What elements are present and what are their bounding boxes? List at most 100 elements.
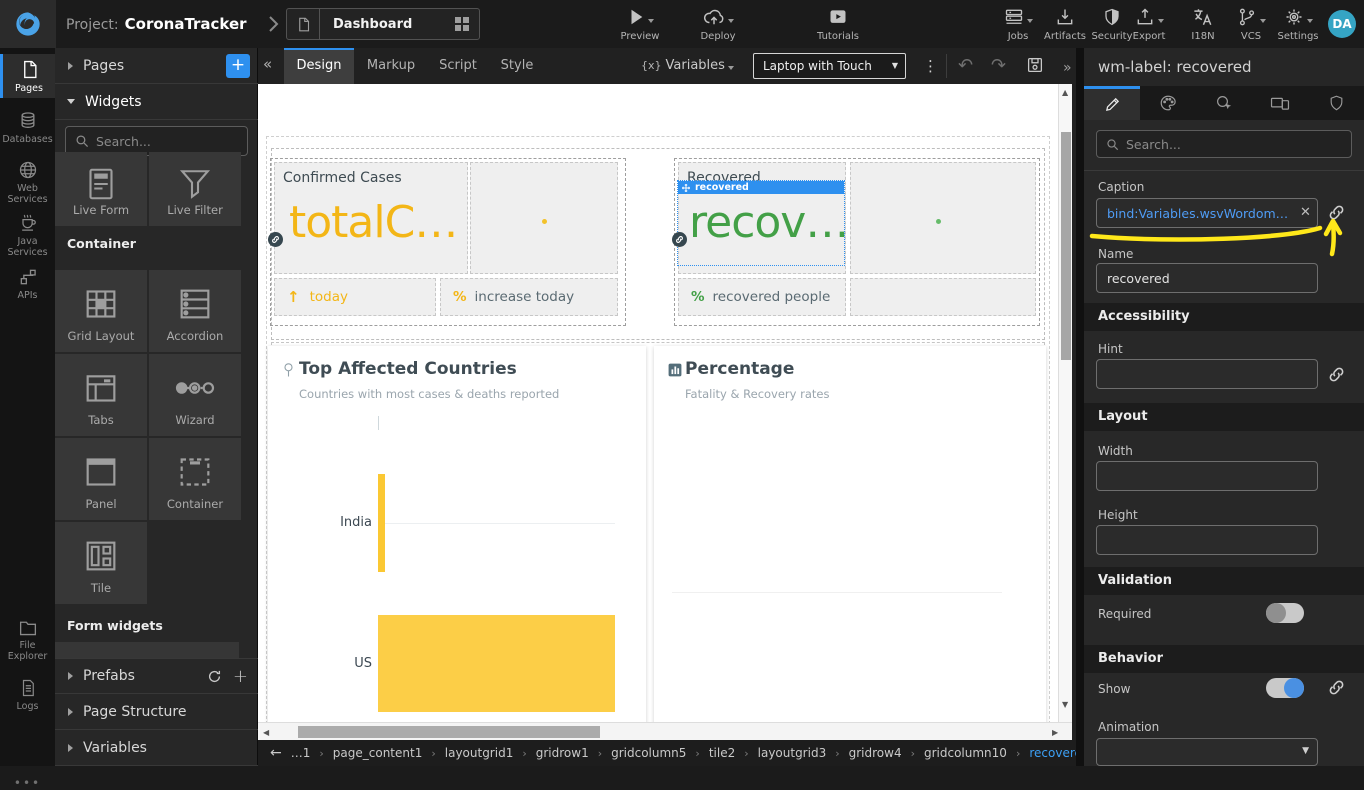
selection-header[interactable]: recovered — [678, 181, 844, 194]
horizontal-scrollbar[interactable]: ◀ ▶ — [258, 722, 1072, 740]
recovered-people-label[interactable]: recovered people — [713, 289, 831, 305]
redo-button[interactable]: ↷ — [991, 54, 1006, 78]
undo-button[interactable]: ↶ — [958, 54, 973, 78]
widget-tabs[interactable]: Tabs — [55, 354, 147, 436]
recovered-empty-cell[interactable] — [850, 278, 1036, 316]
rail-item-web-services[interactable]: Web Services — [0, 155, 55, 209]
tab-styles[interactable] — [1140, 86, 1196, 120]
breadcrumb-item[interactable]: gridrow4 — [849, 746, 902, 760]
breadcrumb-item[interactable]: layoutgrid3 — [758, 746, 827, 760]
design-canvas[interactable]: Confirmed Cases totalC… ↑ today % increa… — [258, 84, 1058, 722]
bar-us[interactable] — [378, 615, 615, 712]
hint-input[interactable] — [1096, 359, 1318, 389]
confirmed-cases-title[interactable]: Confirmed Cases — [283, 170, 402, 186]
scroll-left-arrow[interactable]: ◀ — [263, 728, 269, 737]
height-input[interactable] — [1096, 525, 1318, 555]
bar-india[interactable] — [378, 474, 385, 572]
confirmed-increase-cell[interactable]: % increase today — [440, 278, 618, 316]
tab-properties[interactable] — [1084, 86, 1140, 120]
horizontal-scroll-thumb[interactable] — [298, 726, 600, 738]
tab-style[interactable]: Style — [490, 48, 544, 84]
animation-select[interactable]: ▼ — [1096, 738, 1318, 766]
tab-security[interactable] — [1308, 86, 1364, 120]
tab-events[interactable] — [1196, 86, 1252, 120]
rail-more-button[interactable]: ••• — [0, 776, 55, 790]
breadcrumb-item[interactable]: gridcolumn5 — [611, 746, 686, 760]
save-button[interactable] — [1026, 56, 1044, 74]
caption-input[interactable] — [1096, 198, 1318, 228]
rail-item-file-explorer[interactable]: File Explorer — [0, 614, 55, 666]
width-input[interactable] — [1096, 461, 1318, 491]
grid-icon[interactable] — [455, 17, 469, 31]
breadcrumb-item[interactable]: page_content1 — [333, 746, 423, 760]
show-toggle[interactable] — [1266, 678, 1304, 698]
widget-accordion[interactable]: Accordion — [149, 270, 241, 352]
confirmed-cases-value-label[interactable]: totalC… — [289, 197, 457, 248]
add-page-button[interactable]: + — [226, 54, 250, 78]
tab-devices[interactable] — [1252, 86, 1308, 120]
breadcrumb-item[interactable]: …1 — [291, 746, 311, 760]
chart-percentage[interactable]: Percentage Fatality & Recovery rates — [654, 346, 1046, 722]
widget-live-filter[interactable]: Live Filter — [149, 152, 241, 226]
widget-panel[interactable]: Panel — [55, 438, 147, 520]
widgets-section-header[interactable]: Widgets — [55, 84, 258, 120]
add-prefab-button[interactable]: + — [233, 666, 248, 687]
bind-property-icon[interactable] — [1327, 203, 1346, 222]
rail-item-pages[interactable]: Pages — [0, 54, 55, 98]
widget-live-form[interactable]: Live Form — [55, 152, 147, 226]
deploy-button[interactable]: Deploy — [686, 7, 750, 42]
confirmed-mini-chart-cell[interactable] — [470, 162, 618, 274]
breadcrumb-item[interactable]: gridrow1 — [536, 746, 589, 760]
wavemaker-logo[interactable] — [0, 0, 56, 48]
i18n-button[interactable]: I18N — [1180, 7, 1226, 42]
pages-section-header[interactable]: Pages + — [55, 48, 258, 84]
breadcrumb-item-selected[interactable]: recovered — [1029, 746, 1076, 760]
rail-item-apis[interactable]: APIs — [0, 262, 55, 305]
widget-container[interactable]: Container — [149, 438, 241, 520]
more-options-button[interactable]: ⋮ — [923, 54, 939, 78]
chart-top-affected-countries[interactable]: Top Affected Countries Countries with mo… — [268, 346, 646, 722]
tutorials-button[interactable]: Tutorials — [806, 7, 870, 42]
confirmed-today-cell[interactable]: ↑ today — [274, 278, 436, 316]
refresh-icon[interactable] — [207, 669, 222, 684]
breadcrumb-item[interactable]: gridcolumn10 — [924, 746, 1007, 760]
bind-property-icon[interactable] — [1327, 365, 1346, 384]
required-toggle[interactable] — [1266, 603, 1304, 623]
prefabs-section-header[interactable]: Prefabs + — [55, 658, 258, 694]
scroll-right-arrow[interactable]: ▶ — [1052, 728, 1058, 737]
tab-markup[interactable]: Markup — [358, 48, 424, 84]
device-select[interactable]: Laptop with Touch▼ — [753, 53, 906, 79]
rail-item-logs[interactable]: Logs — [0, 673, 55, 716]
preview-button[interactable]: Preview — [608, 7, 672, 42]
bind-property-icon[interactable] — [1327, 678, 1346, 697]
variables-section-header[interactable]: Variables — [55, 730, 258, 766]
collapse-panel-button[interactable]: « — [263, 55, 272, 73]
variables-button[interactable]: {x} Variables — [641, 48, 734, 84]
behavior-section-header[interactable]: Behavior — [1084, 645, 1364, 673]
user-avatar[interactable]: DA — [1328, 10, 1356, 38]
name-input[interactable] — [1096, 263, 1318, 293]
artifacts-button[interactable]: Artifacts — [1039, 7, 1091, 42]
vcs-button[interactable]: VCS — [1228, 7, 1274, 42]
breadcrumb-back-arrow[interactable]: ← — [270, 745, 282, 761]
export-button[interactable]: Export — [1124, 7, 1174, 42]
rail-item-databases[interactable]: Databases — [0, 106, 55, 149]
layout-section-header[interactable]: Layout — [1084, 403, 1364, 431]
settings-button[interactable]: Settings — [1272, 7, 1324, 42]
validation-section-header[interactable]: Validation — [1084, 567, 1364, 595]
page-tab-dashboard[interactable]: Dashboard — [286, 8, 480, 40]
jobs-button[interactable]: Jobs — [992, 7, 1044, 42]
expand-panel-button[interactable]: » — [1063, 56, 1072, 80]
vertical-scroll-thumb[interactable] — [1061, 132, 1071, 360]
widget-tile[interactable]: Tile — [55, 522, 147, 604]
confirmed-cases-label-cell[interactable]: Confirmed Cases totalC… — [274, 162, 468, 274]
scroll-down-arrow[interactable]: ▼ — [1062, 700, 1068, 709]
tab-design[interactable]: Design — [284, 48, 354, 84]
breadcrumb-item[interactable]: tile2 — [709, 746, 735, 760]
today-label[interactable]: today — [310, 289, 348, 305]
rail-item-java-services[interactable]: Java Services — [0, 208, 55, 262]
page-structure-section-header[interactable]: Page Structure — [55, 694, 258, 730]
tab-script[interactable]: Script — [428, 48, 488, 84]
accessibility-section-header[interactable]: Accessibility — [1084, 303, 1364, 331]
increase-today-label[interactable]: increase today — [475, 289, 575, 305]
